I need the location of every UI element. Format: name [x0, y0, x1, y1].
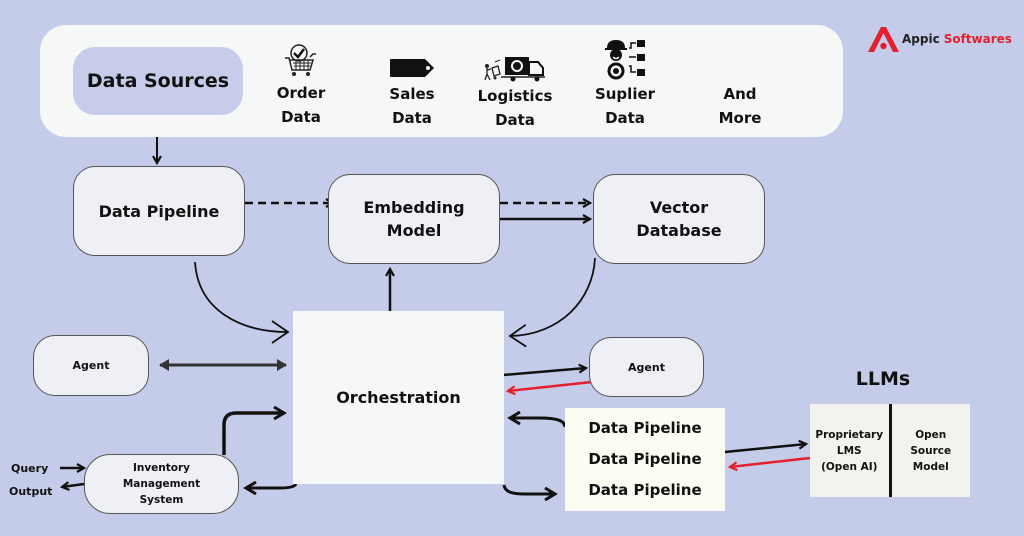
arrow-vector-to-orchestration — [508, 257, 596, 348]
embedding-model-node[interactable]: Embedding Model — [328, 174, 500, 264]
source-and-more[interactable]: And More — [708, 82, 772, 130]
source-logistics-data[interactable]: Logistics Data — [474, 56, 556, 132]
data-pipeline-label: Data Pipeline — [98, 201, 220, 221]
brand-name-part2: Softwares — [943, 32, 1012, 46]
agent-right-label: Agent — [628, 360, 665, 374]
vector-database-node[interactable]: Vector Database — [593, 174, 765, 264]
data-pipelines-group[interactable]: Data Pipeline Data Pipeline Data Pipelin… — [565, 408, 725, 511]
output-label: Output — [9, 485, 53, 498]
source-label-line1: And — [723, 85, 757, 103]
source-order-data[interactable]: Order Data — [270, 44, 332, 129]
arrow-orchestration-to-agent — [502, 368, 586, 377]
query-label: Query — [11, 462, 49, 475]
agent-left-label: Agent — [72, 359, 110, 372]
inventory-label-line3: System — [139, 494, 184, 506]
data-pipeline-node[interactable]: Data Pipeline — [73, 166, 245, 256]
inventory-management-node[interactable]: Inventory Management System — [84, 454, 239, 514]
llm-proprietary[interactable]: Proprietary LMS (Open AI) — [810, 404, 889, 497]
source-label-line1: Suplier — [594, 85, 656, 103]
source-sales-data[interactable]: Sales Data — [381, 58, 443, 130]
llm-open-source[interactable]: Open Source Model — [892, 404, 971, 497]
orchestration-node[interactable]: Orchestration — [293, 311, 504, 484]
llm-proprietary-line3: (Open AI) — [821, 460, 878, 473]
orchestration-label: Orchestration — [336, 388, 461, 407]
llms-title: LLMs — [855, 368, 911, 390]
source-label-line2: Data — [605, 109, 645, 127]
source-label-line2: Data — [495, 111, 535, 129]
llm-proprietary-line2: LMS — [836, 444, 862, 457]
appic-a-logo-icon — [868, 27, 899, 52]
llm-open-source-line1: Open — [915, 428, 947, 441]
brand-logo: Appic Softwares — [866, 25, 1012, 53]
arrow-inventory-to-output — [62, 484, 85, 487]
source-label-line2: Data — [392, 109, 432, 127]
source-label-line2: More — [718, 109, 762, 127]
arrow-agent-to-orchestration-return — [508, 380, 593, 391]
arrow-inventory-to-orchestration — [222, 413, 284, 455]
agent-left-node[interactable]: Agent — [33, 335, 149, 396]
vector-database-label-line2: Database — [636, 221, 722, 240]
source-label-line2: Data — [281, 108, 321, 126]
delivery-truck-icon — [484, 57, 545, 82]
llm-open-source-line2: Source — [910, 444, 952, 457]
shopping-cart-check-icon — [285, 44, 316, 76]
arrow-pipelines-to-llms — [724, 444, 806, 454]
embedding-model-label-line1: Embedding — [363, 198, 465, 217]
arrow-orchestration-to-pipelines — [502, 484, 555, 494]
arrow-pipelines-to-orchestration — [510, 418, 567, 428]
inventory-label-line2: Management — [122, 478, 201, 490]
data-pipeline-item: Data Pipeline — [588, 481, 702, 499]
arrow-pipeline-to-orchestration — [194, 261, 290, 344]
vector-database-label-line1: Vector — [649, 198, 709, 217]
llms-box: Proprietary LMS (Open AI) Open Source Mo… — [810, 404, 970, 497]
agent-right-node[interactable]: Agent — [589, 337, 704, 397]
source-label-line1: Sales — [389, 85, 435, 103]
price-tag-icon — [390, 59, 434, 77]
llm-open-source-line3: Model — [912, 460, 949, 473]
source-label-line1: Order — [276, 84, 326, 102]
arrow-llms-to-pipelines-return — [730, 456, 811, 467]
source-supplier-data[interactable]: Suplier Data — [590, 38, 660, 130]
inventory-label-line1: Inventory — [132, 462, 191, 474]
data-pipeline-item: Data Pipeline — [588, 450, 702, 468]
data-sources-node[interactable]: Data Sources — [73, 47, 243, 115]
llm-proprietary-line1: Proprietary — [815, 428, 884, 441]
arrow-orchestration-to-inventory — [246, 484, 298, 488]
supplier-worker-icon — [605, 40, 645, 80]
embedding-model-label-line2: Model — [386, 221, 442, 240]
brand-name-part1: Appic — [902, 32, 940, 46]
data-sources-title: Data Sources — [86, 70, 230, 92]
source-label-line1: Logistics — [477, 87, 553, 105]
data-pipeline-item: Data Pipeline — [588, 419, 702, 437]
